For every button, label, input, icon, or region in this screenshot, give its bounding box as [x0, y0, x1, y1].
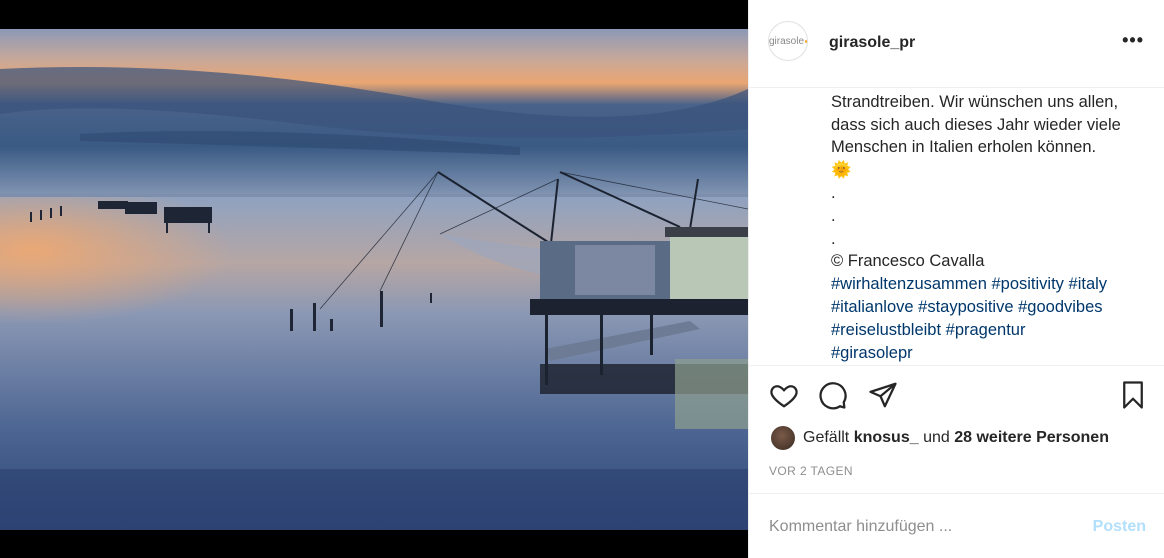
caption-line: dass sich auch dieses Jahr wieder viele [831, 115, 1121, 134]
sun-emoji-icon: 🌞 [831, 161, 852, 180]
share-icon[interactable] [868, 380, 898, 415]
caption-dot: . [831, 229, 836, 248]
caption-dot: . [831, 183, 836, 202]
caption-line: Strandtreiben. Wir wünschen uns allen, [831, 92, 1119, 111]
lagoon-photo [0, 29, 748, 530]
action-bar [749, 368, 1164, 424]
caption-line: Menschen in Italien erholen können. [831, 138, 1097, 157]
more-horizontal-icon[interactable]: ••• [1122, 30, 1144, 51]
likes-middle: und [923, 429, 950, 446]
bookmark-icon[interactable] [1118, 380, 1148, 415]
likes-prefix: Gefällt [803, 429, 850, 446]
post-header: girasole girasole_pr ••• [749, 0, 1164, 88]
heart-icon[interactable] [769, 380, 799, 415]
username-link[interactable]: girasole_pr [829, 34, 915, 52]
hashtag-line[interactable]: #italianlove #staypositive #goodvibes [831, 296, 1151, 319]
likes-others-link[interactable]: 28 weitere Personen [954, 429, 1109, 447]
post-comment-button[interactable]: Posten [1093, 518, 1146, 536]
comment-bar: Kommentar hinzufügen ... Posten [749, 493, 1164, 558]
hashtag-line[interactable]: #wirhaltenzusammen #positivity #italy [831, 273, 1151, 296]
hashtag-line[interactable]: #reiselustbleibt #pragentur [831, 319, 1151, 342]
comment-input[interactable]: Kommentar hinzufügen ... [769, 518, 952, 536]
photo-credit: © Francesco Cavalla [831, 252, 985, 271]
likes-summary: Gefällt knosus_ und 28 weitere Personen [771, 426, 1109, 450]
avatar-text: girasole [769, 35, 805, 47]
post-sidebar: girasole girasole_pr ••• Strandtreiben. … [748, 0, 1164, 558]
caption-scroll-area[interactable]: Strandtreiben. Wir wünschen uns allen, d… [749, 88, 1164, 366]
photo-pane [0, 0, 748, 558]
post-photo[interactable] [0, 29, 748, 530]
avatar-dot [805, 39, 807, 43]
caption-dot: . [831, 206, 836, 225]
liker-username[interactable]: knosus_ [854, 429, 919, 447]
comment-icon[interactable] [818, 380, 848, 415]
post-timestamp[interactable]: VOR 2 TAGEN [769, 464, 853, 478]
liker-avatar[interactable] [771, 426, 795, 450]
avatar[interactable]: girasole [768, 21, 808, 61]
caption-text: Strandtreiben. Wir wünschen uns allen, d… [831, 88, 1151, 364]
hashtag-line[interactable]: #girasolepr [831, 342, 1151, 365]
